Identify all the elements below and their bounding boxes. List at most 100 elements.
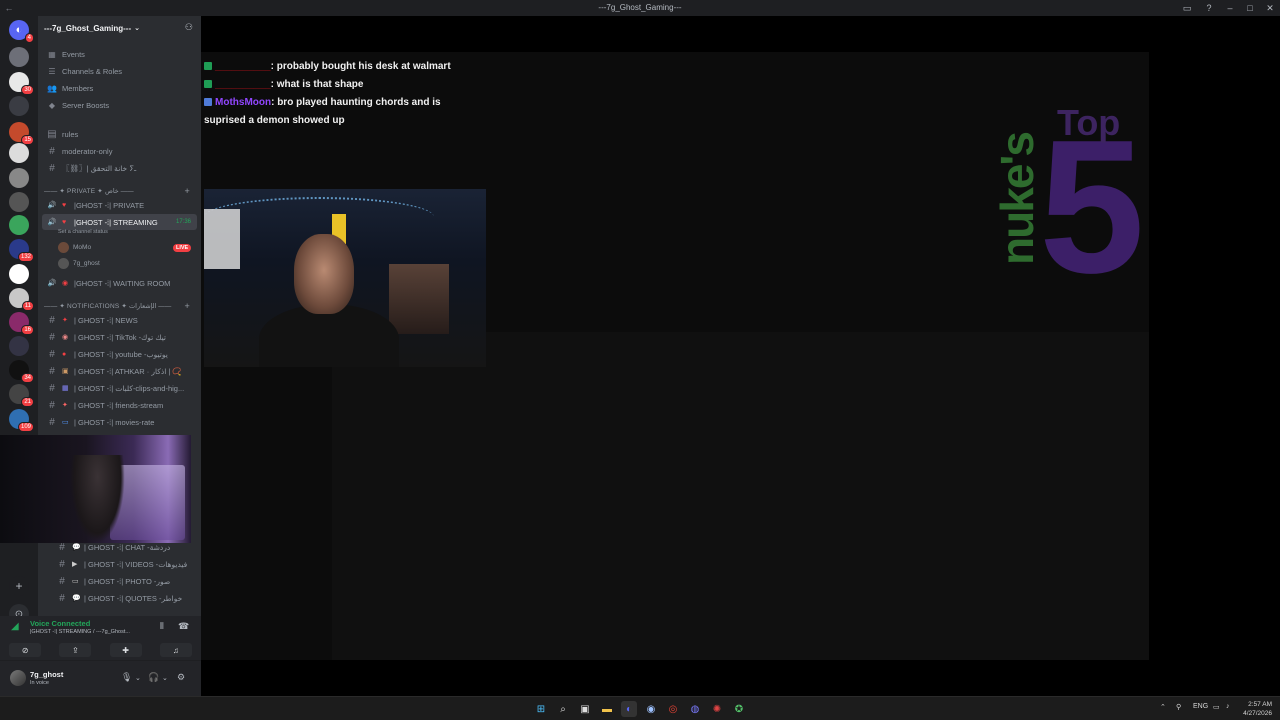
chrome-icon[interactable]: ◎ (665, 701, 681, 717)
server-icon[interactable]: 109 (9, 409, 34, 432)
server-icon[interactable]: 15 (9, 122, 34, 145)
sidebar-item-members[interactable]: 👥 Members (42, 80, 197, 96)
channel-item[interactable]: # ✦ | GHOST -⁞| friends-stream (42, 397, 197, 413)
server-icon[interactable] (9, 264, 29, 284)
maximize-button[interactable]: □ (1240, 0, 1260, 16)
steam-icon[interactable]: ◉ (643, 701, 659, 717)
channel-item[interactable]: # ◉ | GHOST -⁞| TikTok -تيك توك (42, 329, 197, 345)
language-indicator[interactable]: ENG (1193, 703, 1208, 710)
headphones-icon[interactable]: 🎧 (148, 672, 159, 683)
server-icon[interactable] (9, 47, 29, 67)
windows-taskbar: ⊞ ⌕ ▣ ▬ ◐ ◉ ◎ ◍ ✺ ✪ ⌃ ⚲ ENG ▭ ♪ 2:57 AM … (0, 696, 1280, 720)
server-icon[interactable]: 132 (9, 239, 34, 262)
server-icon[interactable] (9, 168, 29, 188)
server-icon[interactable]: 21 (9, 384, 34, 407)
emoji-icon: ▣ (62, 368, 69, 375)
camera-off-button[interactable]: ⊘ (9, 643, 42, 657)
emoji-icon: 💬 (72, 544, 81, 551)
add-server-icon[interactable]: + (9, 576, 29, 596)
server-icon[interactable]: 30 (9, 72, 34, 95)
unread-badge: 109 (17, 422, 34, 432)
server-icon[interactable]: 34 (9, 360, 34, 383)
stream-stage[interactable]: 5 Top nuke's __________: probably bought… (201, 16, 1280, 696)
voice-member[interactable]: 7g_ghost (58, 258, 100, 269)
server-header[interactable]: ---7g_Ghost_Gaming--- ⌄ ⚇ (38, 16, 201, 40)
app-icon[interactable]: ✺ (709, 701, 725, 717)
chat-username: __________ (215, 61, 271, 72)
inbox-icon[interactable]: ▭ (1176, 0, 1198, 16)
display-icon[interactable]: ▭ (1213, 703, 1220, 711)
channel-item[interactable]: # moderator-only (42, 143, 197, 159)
channel-item[interactable]: # ● | GHOST -⁞| youtube -يوتيوب (42, 346, 197, 362)
add-member-icon[interactable]: ⚇ (185, 22, 193, 33)
chevron-down-icon[interactable]: ⌄ (162, 674, 168, 682)
channel-label: | GHOST -⁞| friends-stream (74, 400, 164, 410)
obs-icon[interactable]: ◍ (687, 701, 703, 717)
discord-home-icon[interactable]: ◐ 4 (9, 20, 34, 43)
chevron-down-icon[interactable]: ⌄ (135, 674, 141, 682)
server-icon[interactable] (9, 336, 29, 356)
voice-channel[interactable]: 🔊 ♥ |GHOST -⁞| STREAMING 17:36 (42, 214, 197, 230)
set-channel-status-link[interactable]: Set a channel status (58, 229, 108, 235)
sidebar-item-channels-roles[interactable]: ☰ Channels & Roles (42, 63, 197, 79)
voice-channel-link[interactable]: |GHOST -⁞| STREAMING / ---7g_Ghost... (30, 629, 130, 635)
server-icon[interactable]: 11 (9, 288, 34, 311)
server-icon[interactable] (9, 96, 29, 116)
task-view-icon[interactable]: ▣ (577, 701, 593, 717)
network-icon[interactable]: ⚲ (1176, 703, 1181, 711)
speaker-icon: 🔊 (47, 280, 57, 287)
stream-video[interactable]: 5 Top nuke's (201, 52, 1149, 660)
disconnect-icon[interactable]: ☎ (178, 621, 189, 632)
channel-item[interactable]: # ▭ | GHOST -⁞| movies-rate (42, 414, 197, 430)
microphone-icon[interactable]: 🎙 (121, 672, 132, 683)
channel-item[interactable]: # ▣ | GHOST -⁞| ATHKAR · اذكار | 📿 (42, 363, 197, 379)
voice-member[interactable]: MoMo (58, 242, 91, 253)
server-icon[interactable] (9, 215, 29, 235)
channel-item[interactable]: # ✦ | GHOST -⁞| NEWS (42, 312, 197, 328)
back-arrow-icon[interactable]: ← (0, 3, 18, 13)
plus-icon[interactable]: + (185, 301, 190, 311)
file-explorer-icon[interactable]: ▬ (599, 701, 615, 717)
system-clock[interactable]: 2:57 AM 4/27/2026 (1243, 700, 1272, 718)
search-icon[interactable]: ⌕ (555, 701, 571, 717)
discord-icon[interactable]: ◐ (621, 701, 637, 717)
activity-button[interactable]: ✚ (109, 643, 142, 657)
help-icon[interactable]: ? (1198, 0, 1220, 16)
server-icon[interactable]: 16 (9, 312, 34, 335)
member-name: MoMo (73, 244, 92, 251)
plus-icon[interactable]: + (185, 186, 190, 196)
noise-suppression-icon[interactable]: ⫴ (160, 621, 164, 632)
server-icon[interactable] (9, 192, 29, 212)
category-private[interactable]: —— ✦ PRIVATE ✦ خاص —— + (44, 186, 194, 196)
avatar[interactable] (10, 670, 26, 686)
username[interactable]: 7g_ghost (30, 670, 63, 679)
live-badge: LIVE (173, 244, 192, 252)
app-icon[interactable]: ✪ (731, 701, 747, 717)
channel-item[interactable]: ▤ rules (42, 126, 197, 142)
channel-item[interactable]: # 〖⛓〗| خانة التحقق ⵢـ (42, 160, 197, 176)
hash-icon: # (49, 365, 55, 377)
screen-share-button[interactable]: ⇪ (59, 643, 92, 657)
sidebar-item-events[interactable]: ▦ Events (42, 46, 197, 62)
voice-channel[interactable]: 🔊 ◉ |GHOST -⁞| WAITING ROOM (42, 275, 197, 291)
close-button[interactable]: ✕ (1260, 0, 1280, 16)
channel-item[interactable]: # 💬 | GHOST -⁞| QUOTES -خواطر (52, 590, 197, 606)
sidebar-item-server-boosts[interactable]: ◆ Server Boosts (42, 97, 197, 113)
channel-item[interactable]: # ▭ | GHOST -⁞| PHOTO -صور (52, 573, 197, 589)
channel-item[interactable]: # ▶ | GHOST -⁞| VIDEOS -فيديوهات (52, 556, 197, 572)
soundboard-button[interactable]: ♫ (159, 643, 192, 657)
signal-icon[interactable]: ◢ (11, 621, 19, 632)
speaker-icon[interactable]: ♪ (1226, 703, 1230, 710)
category-notifications[interactable]: —— ✦ NOTIFICATIONS ✦ الإشعارات —— + (44, 301, 194, 311)
book-icon: ▤ (47, 128, 57, 140)
voice-channel[interactable]: 🔊 ♥ |GHOST -⁞| PRIVATE (42, 197, 197, 213)
channel-item[interactable]: # ▦ | GHOST -⁞| كلبات-clips-and-hig... (42, 380, 197, 396)
emoji-icon: 💬 (72, 595, 81, 602)
avatar (58, 258, 69, 269)
server-icon[interactable] (9, 143, 29, 163)
chevron-up-icon[interactable]: ⌃ (1160, 703, 1166, 711)
minimize-button[interactable]: – (1220, 0, 1240, 16)
start-icon[interactable]: ⊞ (533, 701, 549, 717)
nukes-top5-logo: 5 Top nuke's (959, 102, 1149, 312)
settings-gear-icon[interactable]: ⚙ (177, 672, 185, 683)
